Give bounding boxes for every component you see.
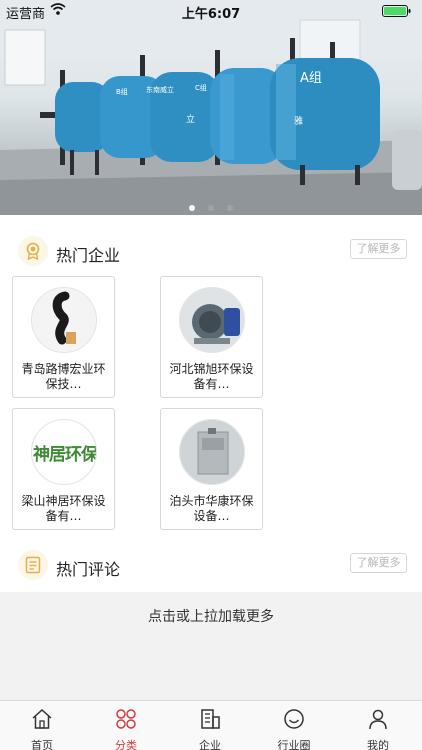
- carousel-dot[interactable]: [188, 205, 195, 211]
- tab-label: 企业: [199, 739, 221, 750]
- load-more-area[interactable]: 点击或上拉加载更多: [0, 592, 422, 700]
- learn-more-button[interactable]: 了解更多: [350, 239, 407, 259]
- tab-label: 行业圈: [277, 739, 311, 750]
- tab-category[interactable]: 分类: [84, 701, 168, 750]
- company-name: 泊头市华康环保设备…: [169, 494, 254, 523]
- tab-company[interactable]: 企业: [168, 701, 252, 750]
- tab-label: 分类: [115, 739, 137, 750]
- tab-label: 首页: [31, 739, 53, 750]
- hot-companies-header: 热门企业 了解更多: [0, 234, 422, 270]
- tab-industry-circle[interactable]: 行业圈: [252, 701, 336, 750]
- carousel-dot[interactable]: [208, 205, 214, 211]
- company-logo-text: 神居环保: [33, 445, 97, 465]
- company-name: 青岛路博宏业环保技…: [21, 362, 106, 391]
- status-bar: 运营商 上午6:07: [0, 0, 422, 22]
- banner-sign-text: 立: [186, 113, 195, 125]
- status-time: 上午6:07: [181, 7, 241, 22]
- building-icon: [201, 709, 220, 729]
- banner-sign-text: C组: [195, 83, 207, 92]
- category-icon: [116, 709, 136, 729]
- section-title: 热门评论: [56, 560, 121, 579]
- company-card[interactable]: 神居环保 梁山神居环保设备有…: [12, 408, 115, 530]
- banner-sign-text: A组: [300, 71, 322, 86]
- banner-sign-text: 东南威立: [146, 85, 174, 94]
- tab-mine[interactable]: 我的: [336, 701, 420, 750]
- user-icon: [369, 709, 387, 730]
- company-card[interactable]: 泊头市华康环保设备…: [160, 408, 263, 530]
- company-card[interactable]: 青岛路博宏业环保技…: [12, 276, 115, 398]
- company-name: 梁山神居环保设备有…: [21, 494, 106, 523]
- circle-smile-icon: [284, 709, 304, 729]
- medal-icon: [18, 236, 48, 266]
- tab-label: 我的: [367, 739, 389, 750]
- home-icon: [32, 708, 52, 729]
- banner-carousel[interactable]: A组 东南威立 B组 C组 立 雅 运营商 上午6:07: [0, 0, 422, 215]
- banner-image: A组 东南威立 B组 C组 立 雅: [0, 0, 422, 215]
- section-title: 热门企业: [56, 246, 121, 265]
- battery-icon: [382, 5, 412, 17]
- company-card[interactable]: 河北锦旭环保设备有…: [160, 276, 263, 398]
- carousel-dot[interactable]: [227, 205, 234, 211]
- banner-sign-text: B组: [116, 87, 128, 96]
- tab-bar: 首页 分类 企业 行业圈 我的: [0, 700, 422, 750]
- company-logo: [31, 287, 97, 353]
- company-logo: [179, 287, 245, 353]
- load-more-text[interactable]: 点击或上拉加载更多: [0, 606, 422, 626]
- banner-sign-text: 雅: [294, 115, 303, 127]
- company-name: 河北锦旭环保设备有…: [169, 362, 254, 391]
- hot-comments-header: 热门评论 了解更多: [0, 548, 422, 584]
- learn-more-button[interactable]: 了解更多: [350, 553, 407, 573]
- company-logo: [179, 419, 245, 485]
- tab-home[interactable]: 首页: [0, 701, 84, 750]
- app-screen: A组 东南威立 B组 C组 立 雅 运营商 上午6:07 热门企业 了解更多 青…: [0, 0, 422, 750]
- company-logo: 神居环保: [31, 419, 97, 485]
- carousel-indicator[interactable]: [0, 196, 422, 215]
- document-icon: [18, 550, 48, 580]
